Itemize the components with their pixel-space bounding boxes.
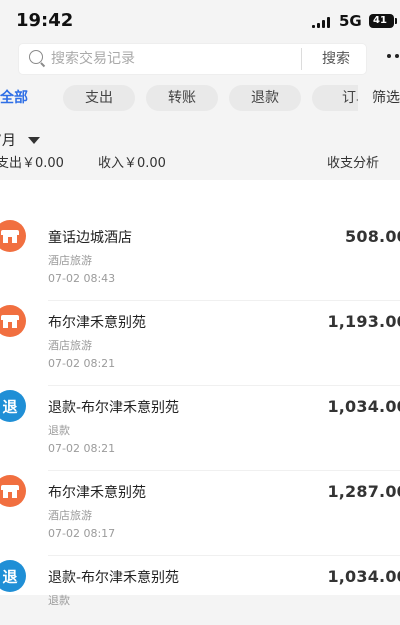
battery-level: 41 <box>373 15 387 26</box>
income-total: 收入￥0.00 <box>98 156 166 171</box>
transaction-row[interactable]: 退 退款-布尔津禾意别苑 退款 1,034.00 <box>0 540 400 625</box>
refund-icon: 退 <box>0 560 26 592</box>
transaction-list: 童话边城酒店 酒店旅游 07-02 08:43 508.00 布尔津禾意别苑 酒… <box>0 180 400 607</box>
filter-button[interactable]: 筛选 <box>358 85 400 111</box>
chip-all[interactable]: 全部 <box>0 85 40 111</box>
transaction-row[interactable]: 布尔津禾意别苑 酒店旅游 07-02 08:21 1,193.00 <box>0 285 400 386</box>
search-bar: 搜索 <box>18 43 367 75</box>
search-input[interactable] <box>51 44 301 74</box>
chip-transfer[interactable]: 转账 <box>146 85 218 111</box>
transaction-category: 酒店旅游 <box>48 254 92 267</box>
search-divider <box>301 48 302 70</box>
transaction-category: 退款 <box>48 424 70 437</box>
filter-chip-row: 全部 支出 转账 退款 订单 <box>0 85 400 111</box>
transaction-time: 07-02 08:17 <box>48 527 116 540</box>
transaction-title: 布尔津禾意别苑 <box>48 485 146 501</box>
transaction-time: 07-02 08:21 <box>48 357 116 370</box>
more-icon[interactable] <box>387 54 400 62</box>
transaction-title: 童话边城酒店 <box>48 230 132 246</box>
transaction-category: 酒店旅游 <box>48 509 92 522</box>
hotel-store-icon <box>0 220 26 252</box>
transaction-title: 退款-布尔津禾意别苑 <box>48 570 180 586</box>
signal-icon <box>312 16 332 28</box>
transaction-time: 07-02 08:21 <box>48 442 116 455</box>
transaction-row[interactable]: 布尔津禾意别苑 酒店旅游 07-02 08:17 1,287.00 <box>0 455 400 556</box>
chevron-down-icon[interactable] <box>28 137 40 144</box>
chip-expense[interactable]: 支出 <box>63 85 135 111</box>
month-selector[interactable]: 7月 <box>0 130 16 150</box>
search-icon <box>29 50 43 64</box>
battery-tip <box>395 18 397 24</box>
chip-refund[interactable]: 退款 <box>229 85 301 111</box>
transaction-amount: 1,034.00 <box>327 397 400 416</box>
transaction-row[interactable]: 童话边城酒店 酒店旅游 07-02 08:43 508.00 <box>0 200 400 301</box>
transaction-title: 布尔津禾意别苑 <box>48 315 146 331</box>
transaction-amount: 1,034.00 <box>327 567 400 586</box>
status-bar: 19:42 5G 41 <box>0 0 400 40</box>
transaction-category: 酒店旅游 <box>48 339 92 352</box>
transaction-amount: 508.00 <box>345 227 400 246</box>
status-time: 19:42 <box>16 10 74 31</box>
transaction-amount: 1,193.00 <box>327 312 400 331</box>
transaction-time: 07-02 08:43 <box>48 272 116 285</box>
transaction-row[interactable]: 退 退款-布尔津禾意别苑 退款 07-02 08:21 1,034.00 <box>0 370 400 471</box>
network-label: 5G <box>339 12 362 30</box>
search-button[interactable]: 搜索 <box>306 44 366 74</box>
analysis-link[interactable]: 收支分析 <box>327 152 379 171</box>
refund-icon: 退 <box>0 390 26 422</box>
hotel-store-icon <box>0 305 26 337</box>
transaction-category: 退款 <box>48 594 70 607</box>
battery-icon: 41 <box>369 14 397 28</box>
transaction-amount: 1,287.00 <box>327 482 400 501</box>
transaction-title: 退款-布尔津禾意别苑 <box>48 400 180 416</box>
expense-total: 支出￥0.00 <box>0 156 64 171</box>
hotel-store-icon <box>0 475 26 507</box>
